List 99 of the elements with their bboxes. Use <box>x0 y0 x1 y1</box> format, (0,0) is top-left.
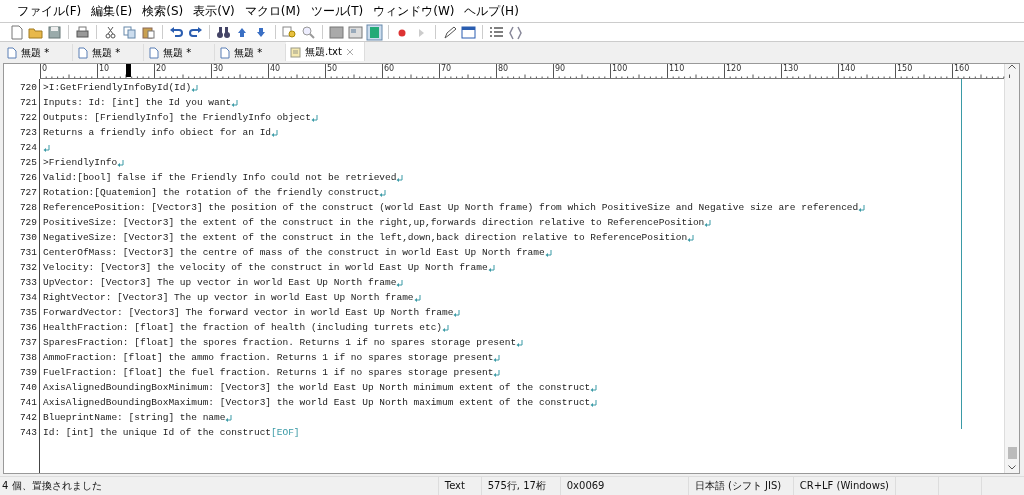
new-file-icon[interactable] <box>8 23 25 41</box>
code-line: PositiveSize: [Vector3] the extent of the construct in the right,up,forwards direction relative to ReferencePosition <box>43 216 705 230</box>
line-number: 721 <box>19 96 37 110</box>
panel-icon[interactable] <box>347 23 364 41</box>
line-number: 732 <box>19 261 37 275</box>
line-number: 728 <box>19 201 37 215</box>
status-text: 575行, 17桁 <box>480 477 560 495</box>
ruler-number: 20 <box>154 64 167 77</box>
code-line: RightVector: [Vector3] The up vector in world East Up North frame <box>43 291 414 305</box>
ruler-number: 50 <box>325 64 338 77</box>
line-number: 736 <box>19 321 37 335</box>
document-icon <box>148 46 159 59</box>
ruler-number: 80 <box>496 64 509 77</box>
code-line: Id: [int] the unique Id of the construct <box>43 426 272 440</box>
window-icon[interactable] <box>460 23 477 41</box>
code-line: ReferencePosition: [Vector3] the position of the construct (world East Up North frame) from which PositiveSize and Negative size are referenced <box>43 201 859 215</box>
code-line: Valid:[bool] false if the Friendly Info could not be retrieved <box>43 171 397 185</box>
code-line: Velocity: [Vector3] the velocity of the construct in world East Up North frame <box>43 261 488 275</box>
line-number: 739 <box>19 366 37 380</box>
ruler-number: 10 <box>97 64 110 77</box>
print-icon[interactable] <box>74 23 91 41</box>
line-number: 731 <box>19 246 37 260</box>
menu-item[interactable]: ヘルプ(H) <box>459 0 524 22</box>
status-text: 4 個、置換されました <box>1 479 103 493</box>
code-line: NegativeSize: [Vector3] the extent of the construct in the left,down,back direction relative to ReferencePosition <box>43 231 688 245</box>
menu-item[interactable]: ウィンドウ(W) <box>368 0 460 22</box>
line-number: 730 <box>19 231 37 245</box>
line-number: 733 <box>19 276 37 290</box>
code-line: >FriendlyInfo <box>43 156 118 170</box>
notepad-icon <box>290 45 301 58</box>
ruler-number: 100 <box>610 64 628 77</box>
line-number: 720 <box>19 81 37 95</box>
code-line: Returns a friendly info obiect for an Id <box>43 126 272 140</box>
eof-marker: [EOF] <box>271 426 300 440</box>
panel-icon[interactable] <box>328 23 345 41</box>
ruler-number: 140 <box>838 64 856 77</box>
code-line: UpVector: [Vector3] The up vector in world East Up North frame <box>43 276 397 290</box>
status-text: CR+LF (Windows) <box>792 477 895 495</box>
ruler-number: 70 <box>439 64 452 77</box>
menu-item[interactable]: 編集(E) <box>86 0 138 22</box>
code-line: HealthFraction: [float] the fraction of health (including turrets etc) <box>43 321 443 335</box>
scroll-up-icon[interactable] <box>1008 64 1016 69</box>
code-line: Inputs: Id: [int] the Id you want <box>43 96 232 110</box>
ruler-number: 90 <box>553 64 566 77</box>
code-line: AmmoFraction: [float] the ammo fraction. Returns 1 if no spares storage present <box>43 351 494 365</box>
code-line: >I:GetFriendlyInfoById(Id) <box>43 81 192 95</box>
line-number: 725 <box>19 156 37 170</box>
menu-item[interactable]: 表示(V) <box>188 0 240 22</box>
code-line: Rotation:[Quatemion] the rotation of the friendly construct <box>43 186 380 200</box>
line-number: 740 <box>19 381 37 395</box>
line-number: 737 <box>19 336 37 350</box>
magnifier-icon[interactable] <box>300 23 317 41</box>
ruler-number: 120 <box>724 64 742 77</box>
scrollbar-thumb[interactable] <box>1007 447 1017 459</box>
document-icon <box>77 46 88 59</box>
menu-item[interactable]: マクロ(M) <box>239 0 306 22</box>
code-line: AxisAlignedBoundingBoxMaximum: [Vector3] the world East Up North maximum extent of the construct <box>43 396 591 410</box>
menu-item[interactable]: 検索(S) <box>137 0 189 22</box>
status-text: 日本語 (シフト JIS) <box>687 477 793 495</box>
code-line: AxisAlignedBoundingBoxMinimum: [Vector3] the world East Up North minimum extent of the construct <box>43 381 591 395</box>
line-number: 743 <box>19 426 37 440</box>
vertical-scrollbar[interactable] <box>1004 64 1019 473</box>
line-number: 727 <box>19 186 37 200</box>
copy-icon[interactable] <box>121 23 138 41</box>
line-number: 734 <box>19 291 37 305</box>
line-number: 724 <box>19 141 37 155</box>
ruler-number: 110 <box>667 64 685 77</box>
code-line: Outputs: [FriendlyInfo] the FriendlyInfo object <box>43 111 311 125</box>
panel-icon[interactable] <box>366 23 383 41</box>
line-number: 726 <box>19 171 37 185</box>
ruler-number: 0 <box>40 64 48 77</box>
status-text: Text <box>437 477 481 495</box>
code-line: FuelFraction: [float] the fuel fraction. Returns 1 if no spares storage present <box>43 366 494 380</box>
line-number: 729 <box>19 216 37 230</box>
menu-item[interactable]: ツール(T) <box>305 0 369 22</box>
document-icon <box>219 46 230 59</box>
status-text: 0x0069 <box>559 477 688 495</box>
code-line: ForwardVector: [Vector3] The forward vector in world East Up North frame <box>43 306 454 320</box>
line-number: 742 <box>19 411 37 425</box>
close-icon[interactable] <box>345 47 354 56</box>
line-number: 722 <box>19 111 37 125</box>
ruler-number: 150 <box>895 64 913 77</box>
line-number: 723 <box>19 126 37 140</box>
ruler-number: 60 <box>382 64 395 77</box>
ruler-number: 130 <box>781 64 799 77</box>
save-icon[interactable] <box>46 23 63 41</box>
code-line: CenterOfMass: [Vector3] the centre of mass of the construct in world East Up North frame <box>43 246 545 260</box>
ruler-number: 30 <box>211 64 224 77</box>
line-number: 741 <box>19 396 37 410</box>
menu-item[interactable]: ファイル(F) <box>12 0 87 22</box>
ruler-number: 40 <box>268 64 281 77</box>
code-line: BlueprintName: [string] the name <box>43 411 226 425</box>
line-number: 735 <box>19 306 37 320</box>
line-number: 738 <box>19 351 37 365</box>
ruler-number: 160 <box>952 64 970 77</box>
document-icon <box>6 46 17 59</box>
scroll-down-icon[interactable] <box>1008 465 1016 470</box>
file-tab[interactable]: 無題.txt <box>286 42 365 61</box>
code-line: SparesFraction: [float] the spores fraction. Returns 1 if no spares storage present <box>43 336 517 350</box>
